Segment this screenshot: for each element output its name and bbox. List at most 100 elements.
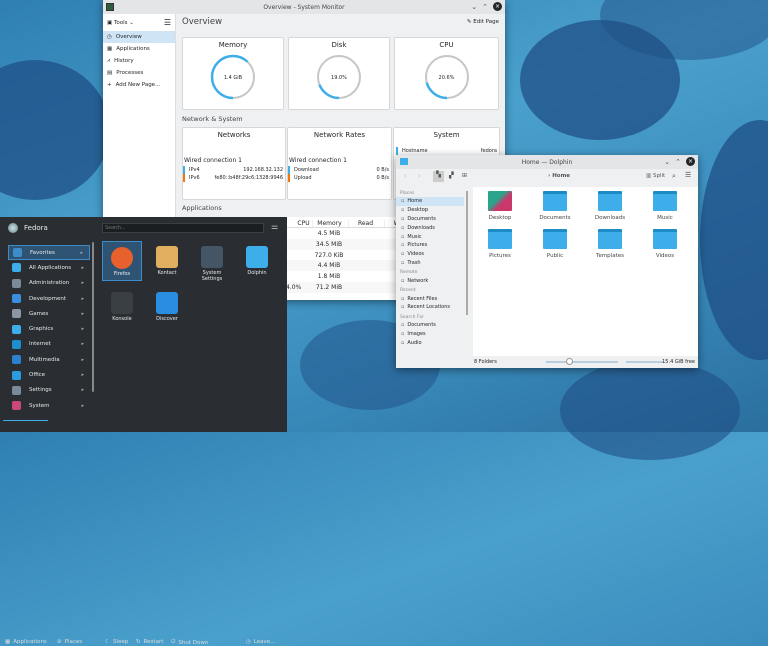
gauge-value: 1.4 GiB	[223, 75, 243, 81]
minimize-icon[interactable]: ⌄	[471, 3, 477, 11]
place-item[interactable]: ▫ Downloads	[396, 223, 464, 232]
folder-item[interactable]: Downloads	[588, 191, 632, 221]
forward-button[interactable]: ›	[418, 172, 421, 180]
place-icon: ▫	[401, 322, 405, 329]
minimize-icon[interactable]: ⌄	[664, 158, 670, 166]
maximize-icon[interactable]: ⌃	[675, 158, 681, 166]
leave-button[interactable]: ◷ Leave...	[246, 639, 275, 645]
sidebar-item[interactable]: ⩘ History	[103, 55, 175, 67]
sleep-icon: ☾	[105, 639, 110, 645]
hamburger-menu-icon[interactable]: ☰	[685, 171, 691, 179]
titlebar[interactable]: Overview - System Monitor ⌄ ⌃ ×	[103, 0, 505, 14]
place-icon: ▫	[401, 259, 405, 266]
place-icon: ▫	[401, 339, 405, 346]
chevron-right-icon: ▸	[81, 402, 84, 409]
place-item[interactable]: ▫ Videos	[396, 250, 464, 259]
folder-item[interactable]: Desktop	[478, 191, 522, 221]
close-icon[interactable]: ×	[493, 2, 502, 11]
user-avatar[interactable]	[8, 223, 18, 233]
grid-icon: ▦	[5, 639, 11, 645]
configure-icon[interactable]: ⚌	[271, 222, 278, 231]
category-item[interactable]: System ▸	[8, 398, 90, 413]
place-icon: ▫	[401, 304, 405, 311]
titlebar[interactable]: Home — Dolphin ⌄ ⌃ ×	[396, 155, 698, 169]
sleep-button[interactable]: ☾ Sleep	[105, 639, 128, 645]
close-icon[interactable]: ×	[686, 157, 695, 166]
file-view: Desktop Documents Downloads Music Pictures Pu…	[473, 187, 698, 356]
place-item[interactable]: ▫ Audio	[396, 338, 464, 347]
search-input[interactable]	[102, 223, 264, 233]
breadcrumb[interactable]: › Home	[548, 173, 570, 179]
sidebar-item[interactable]: ▤ Processes	[103, 67, 175, 79]
edit-page-button[interactable]: ✎ Edit Page	[467, 19, 499, 25]
app-item[interactable]: Konsole	[102, 287, 142, 327]
folder-item[interactable]: Templates	[588, 229, 632, 259]
sidebar-item[interactable]: ◷ Overview	[103, 31, 175, 43]
place-item[interactable]: ▫ Recent Locations	[396, 303, 464, 312]
scrollbar[interactable]	[92, 242, 94, 392]
category-item[interactable]: Favorites ▸	[8, 245, 90, 261]
places-tab[interactable]: ⊘ Places	[57, 639, 82, 645]
category-item[interactable]: Office ▸	[8, 367, 90, 382]
split-button[interactable]: ▥ Split	[646, 173, 665, 179]
app-item[interactable]: Kontact	[147, 241, 187, 281]
hamburger-menu-icon[interactable]: ☰	[164, 18, 171, 27]
app-item[interactable]: Discover	[147, 287, 187, 327]
places-section-header: Remote	[400, 270, 418, 276]
app-item[interactable]: System Settings	[192, 241, 232, 282]
category-item[interactable]: Settings ▸	[8, 383, 90, 398]
page-icon: ▤	[107, 70, 113, 76]
place-item[interactable]: ▫ Pictures	[396, 241, 464, 250]
folder-item[interactable]: Videos	[643, 229, 687, 259]
sidebar-item[interactable]: + Add New Page...	[103, 79, 175, 91]
category-icon	[12, 385, 21, 395]
place-item[interactable]: ▫ Desktop	[396, 206, 464, 215]
dolphin-window: Home — Dolphin ⌄ ⌃ × ‹ › ▚ ▞ ⊞ › Home ▥ Sp…	[396, 155, 698, 368]
maximize-icon[interactable]: ⌃	[482, 3, 488, 11]
back-button[interactable]: ‹	[404, 172, 407, 180]
place-item[interactable]: ▫ Music	[396, 232, 464, 241]
window-title: Home — Dolphin	[521, 158, 573, 166]
place-item[interactable]: ▫ Recent Files	[396, 294, 464, 303]
folder-item[interactable]: Pictures	[478, 229, 522, 259]
category-item[interactable]: Internet ▸	[8, 337, 90, 352]
application-launcher: Fedora ⚌ Favorites▸All Applications▸Admi…	[0, 217, 287, 646]
details-view-button[interactable]: ⊞	[462, 172, 467, 179]
folder-item[interactable]: Public	[533, 229, 577, 259]
category-item[interactable]: Graphics ▸	[8, 321, 90, 336]
category-item[interactable]: Multimedia ▸	[8, 352, 90, 367]
place-item[interactable]: ▫ Trash	[396, 259, 464, 268]
folder-item[interactable]: Music	[643, 191, 687, 221]
category-item[interactable]: Development ▸	[8, 291, 90, 306]
place-item[interactable]: ▫ Documents	[396, 215, 464, 224]
category-item[interactable]: Administration ▸	[8, 276, 90, 291]
column-header[interactable]: Read	[348, 220, 382, 227]
shutdown-button[interactable]: ⏻ Shut Down	[171, 639, 208, 646]
places-scrollbar[interactable]	[466, 191, 468, 315]
app-item[interactable]: Firefox	[102, 241, 142, 281]
sidebar-item-label: Overview	[115, 34, 142, 40]
icons-view-button[interactable]: ▚	[433, 171, 444, 182]
app-item[interactable]: Dolphin	[237, 241, 277, 281]
category-icon	[12, 339, 21, 349]
category-item[interactable]: All Applications ▸	[8, 260, 90, 275]
chevron-right-icon: ▸	[81, 295, 84, 302]
tools-menu-button[interactable]: ▣ Tools ⌄	[107, 20, 134, 26]
zoom-slider[interactable]	[546, 358, 618, 365]
place-item[interactable]: ▫ Network	[396, 276, 464, 285]
place-item[interactable]: ▫ Images	[396, 330, 464, 339]
applications-tab[interactable]: ▦ Applications	[5, 639, 47, 645]
search-icon[interactable]: ⌕	[672, 172, 676, 181]
place-item[interactable]: ▫ Documents	[396, 321, 464, 330]
gauge-value: 20.6%	[438, 75, 455, 81]
window-title: Overview - System Monitor	[263, 3, 345, 11]
gauge-title: Memory	[218, 41, 248, 49]
sidebar-item[interactable]: ▦ Applications	[103, 43, 175, 55]
restart-button[interactable]: ↻ Restart	[136, 639, 163, 645]
column-header[interactable]: Memory	[312, 220, 346, 227]
folder-item[interactable]: Documents	[533, 191, 577, 221]
place-item[interactable]: ▫ Home	[396, 197, 464, 206]
compact-view-button[interactable]: ▞	[449, 172, 454, 179]
category-item[interactable]: Games ▸	[8, 306, 90, 321]
page-icon: +	[107, 82, 112, 88]
